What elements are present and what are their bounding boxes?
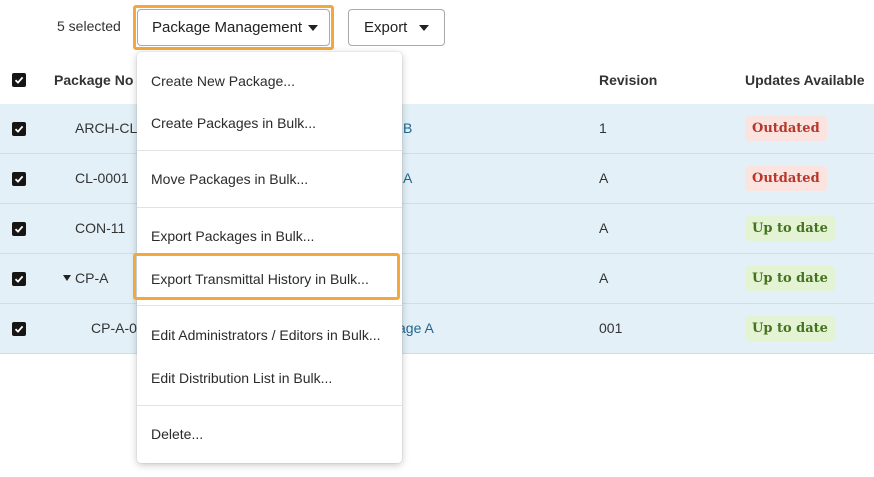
row-checkbox[interactable] — [12, 272, 26, 286]
chevron-down-icon — [308, 25, 318, 31]
status-badge: Up to date — [745, 216, 835, 241]
table-row[interactable]: CP-A A Up to date — [0, 254, 874, 304]
package-management-button[interactable]: Package Management — [137, 9, 330, 46]
menu-item-create-packages-bulk[interactable]: Create Packages in Bulk... — [151, 115, 316, 131]
expand-toggle-icon[interactable] — [63, 275, 71, 281]
menu-item-create-new-package[interactable]: Create New Package... — [151, 73, 295, 89]
status-badge: Outdated — [745, 116, 827, 141]
package-no[interactable]: CP-A-0 — [91, 320, 137, 336]
table-row[interactable]: ARCH-CL- B 1 Outdated — [0, 104, 874, 154]
checkmark-icon — [14, 325, 24, 333]
checkmark-icon — [14, 76, 24, 84]
menu-divider — [137, 207, 402, 208]
package-list-page: 5 selected Package Management Export Pac… — [0, 0, 874, 477]
select-all-checkbox[interactable] — [12, 73, 26, 87]
menu-item-export-packages-bulk[interactable]: Export Packages in Bulk... — [151, 228, 314, 244]
status-badge: Up to date — [745, 316, 835, 341]
row-checkbox[interactable] — [12, 172, 26, 186]
menu-divider — [137, 405, 402, 406]
package-no[interactable]: CP-A — [75, 270, 108, 286]
checkmark-icon — [14, 175, 24, 183]
package-title-link[interactable]: B — [403, 120, 412, 136]
package-no[interactable]: CL-0001 — [75, 170, 129, 186]
package-title-link[interactable]: A — [403, 170, 412, 186]
selected-count: 5 selected — [57, 18, 121, 34]
table-row[interactable]: CON-11 A Up to date — [0, 204, 874, 254]
revision: A — [599, 220, 609, 236]
table-row[interactable]: CP-A-0 age A 001 Up to date — [0, 304, 874, 354]
package-management-label: Package Management — [152, 19, 303, 36]
menu-divider — [137, 305, 402, 306]
package-management-menu: Create New Package... Create Packages in… — [137, 52, 402, 463]
column-header-updates-available[interactable]: Updates Available — [745, 72, 865, 88]
menu-item-edit-distribution-list-bulk[interactable]: Edit Distribution List in Bulk... — [151, 370, 332, 386]
menu-item-move-packages-bulk[interactable]: Move Packages in Bulk... — [151, 171, 308, 187]
revision: A — [599, 270, 609, 286]
package-no[interactable]: CON-11 — [75, 220, 125, 236]
package-title-link[interactable]: age A — [398, 320, 434, 336]
export-label: Export — [364, 19, 408, 36]
menu-item-delete[interactable]: Delete... — [151, 426, 203, 442]
menu-item-export-transmittal-history-bulk[interactable]: Export Transmittal History in Bulk... — [151, 271, 369, 287]
export-button[interactable]: Export — [348, 9, 445, 46]
status-badge: Outdated — [745, 166, 827, 191]
row-checkbox[interactable] — [12, 122, 26, 136]
checkmark-icon — [14, 225, 24, 233]
revision: A — [599, 170, 609, 186]
package-no[interactable]: ARCH-CL- — [75, 120, 142, 136]
revision: 1 — [599, 120, 607, 136]
revision: 001 — [599, 320, 623, 336]
column-header-package-no[interactable]: Package No — [54, 72, 133, 88]
row-checkbox[interactable] — [12, 322, 26, 336]
checkmark-icon — [14, 275, 24, 283]
chevron-down-icon — [419, 25, 429, 31]
status-badge: Up to date — [745, 266, 835, 291]
menu-item-edit-administrators-editors-bulk[interactable]: Edit Administrators / Editors in Bulk... — [151, 327, 381, 343]
table-row[interactable]: CL-0001 A A Outdated — [0, 154, 874, 204]
row-checkbox[interactable] — [12, 222, 26, 236]
column-header-revision[interactable]: Revision — [599, 72, 657, 88]
table-header: Package No Revision Updates Available — [0, 55, 874, 104]
checkmark-icon — [14, 125, 24, 133]
menu-divider — [137, 150, 402, 151]
